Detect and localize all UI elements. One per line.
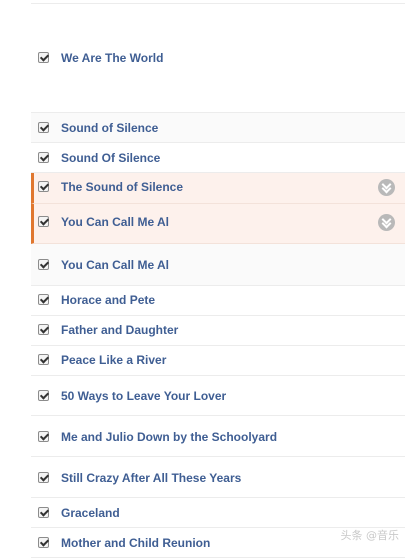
- song-checkbox[interactable]: [38, 122, 49, 133]
- song-checkbox[interactable]: [38, 181, 49, 192]
- song-row[interactable]: Still Crazy After All These Years: [31, 457, 405, 498]
- chevron-down-icon[interactable]: [378, 179, 395, 196]
- song-row[interactable]: You Can Call Me Al: [31, 244, 405, 286]
- song-checkbox[interactable]: [38, 294, 49, 305]
- chevron-down-icon[interactable]: [378, 214, 395, 231]
- song-row[interactable]: Horace and Pete: [31, 286, 405, 316]
- song-checkbox[interactable]: [38, 324, 49, 335]
- song-title[interactable]: Sound of Silence: [61, 121, 158, 135]
- song-checkbox[interactable]: [38, 390, 49, 401]
- song-row[interactable]: Sound Of Silence: [31, 143, 405, 173]
- song-row[interactable]: The Sound of Silence: [31, 173, 405, 204]
- song-title[interactable]: Sound Of Silence: [61, 151, 160, 165]
- song-title[interactable]: Graceland: [61, 506, 120, 520]
- song-checkbox[interactable]: [38, 259, 49, 270]
- song-row[interactable]: You Can Call Me Al: [31, 204, 405, 244]
- song-title[interactable]: You Can Call Me Al: [61, 215, 169, 229]
- song-title[interactable]: Mother and Child Reunion: [61, 536, 210, 550]
- song-title[interactable]: 50 Ways to Leave Your Lover: [61, 389, 226, 403]
- song-title[interactable]: We Are The World: [61, 51, 163, 65]
- song-title[interactable]: You Can Call Me Al: [61, 258, 169, 272]
- song-title[interactable]: Father and Daughter: [61, 323, 178, 337]
- song-checkbox[interactable]: [38, 507, 49, 518]
- song-row[interactable]: Me and Julio Down by the Schoolyard: [31, 416, 405, 457]
- song-row[interactable]: Father and Daughter: [31, 316, 405, 346]
- song-row[interactable]: Graceland: [31, 498, 405, 528]
- list-top-divider: [31, 0, 405, 4]
- song-row[interactable]: We Are The World: [31, 38, 405, 113]
- watermark: 头条 @音乐: [340, 529, 400, 542]
- song-title[interactable]: The Sound of Silence: [61, 180, 183, 194]
- song-checkbox[interactable]: [38, 354, 49, 365]
- song-checkbox[interactable]: [38, 52, 49, 63]
- song-checkbox[interactable]: [38, 216, 49, 227]
- song-title[interactable]: Me and Julio Down by the Schoolyard: [61, 430, 277, 444]
- song-title[interactable]: Peace Like a River: [61, 353, 166, 367]
- song-title[interactable]: Still Crazy After All These Years: [61, 471, 241, 485]
- song-row[interactable]: Sound of Silence: [31, 113, 405, 143]
- song-checkbox[interactable]: [38, 431, 49, 442]
- song-checkbox[interactable]: [38, 472, 49, 483]
- song-row[interactable]: Peace Like a River: [31, 346, 405, 376]
- song-title[interactable]: Horace and Pete: [61, 293, 155, 307]
- song-row[interactable]: 50 Ways to Leave Your Lover: [31, 376, 405, 416]
- song-checkbox[interactable]: [38, 537, 49, 548]
- song-checkbox[interactable]: [38, 152, 49, 163]
